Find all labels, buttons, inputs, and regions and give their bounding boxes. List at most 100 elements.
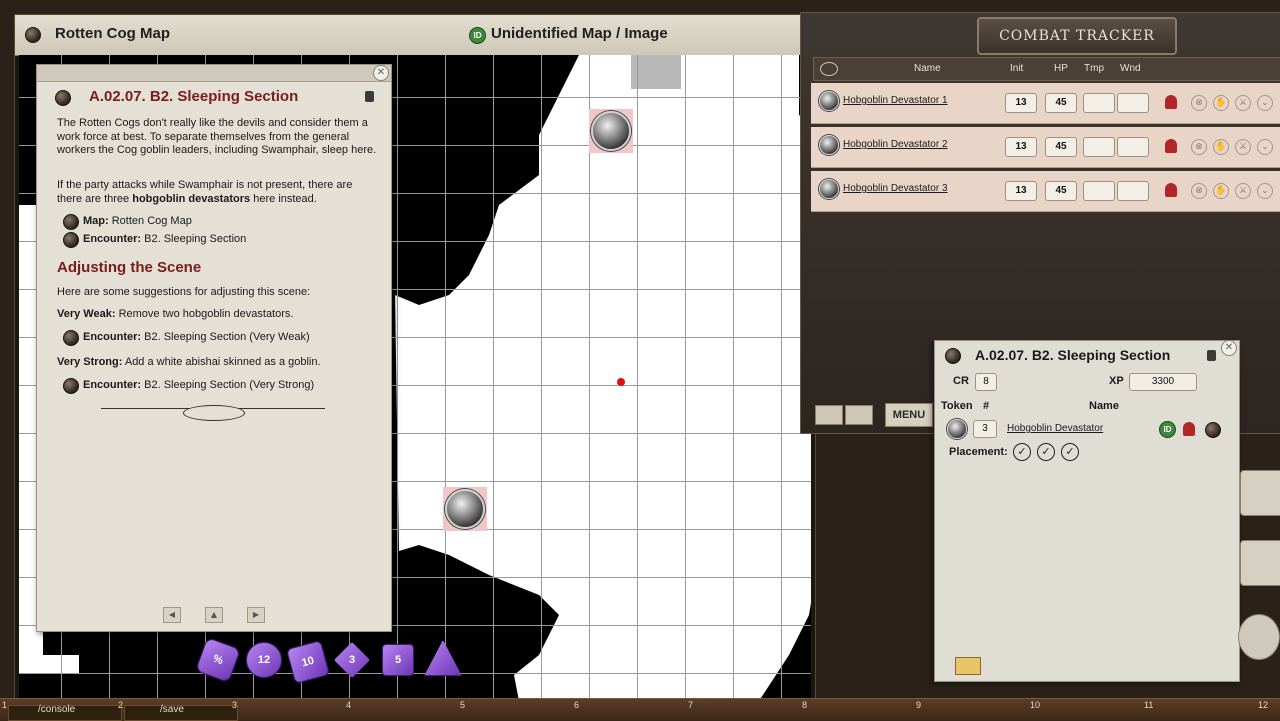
attack-icon[interactable]: ⚔: [1235, 95, 1251, 111]
token-icon[interactable]: [819, 135, 839, 155]
map-link[interactable]: Map: Rotten Cog Map: [83, 215, 192, 229]
column-hp: HP: [1054, 63, 1068, 74]
faction-helm-icon[interactable]: [1165, 95, 1177, 109]
combatant-row[interactable]: Hobgoblin Devastator 1 13 45 ⊗ ✋ ⚔ ⌄: [811, 83, 1280, 124]
menu-chevron-icon[interactable]: ⌄: [1257, 95, 1273, 111]
hp-field[interactable]: 45: [1045, 137, 1077, 157]
encounter-link[interactable]: Encounter: B2. Sleeping Section: [83, 233, 246, 247]
faction-helm-icon[interactable]: [1165, 139, 1177, 153]
hobgoblin-token[interactable]: [445, 489, 485, 529]
identified-icon[interactable]: ID: [1159, 421, 1176, 438]
init-field[interactable]: 13: [1005, 137, 1037, 157]
d12-die-icon[interactable]: 12: [246, 642, 282, 678]
column-name: Name: [914, 63, 941, 74]
tmp-field[interactable]: [1083, 93, 1115, 113]
count-field[interactable]: 3: [973, 420, 997, 438]
encounter-link-icon[interactable]: [945, 348, 961, 364]
encounter-link-very-strong[interactable]: Encounter: B2. Sleeping Section (Very St…: [83, 379, 314, 393]
hobgoblin-token[interactable]: [591, 111, 631, 151]
up-button[interactable]: ▲: [205, 607, 223, 623]
section-heading: Adjusting the Scene: [57, 259, 202, 276]
column-init: Init: [1010, 63, 1024, 74]
hp-field[interactable]: 45: [1045, 181, 1077, 201]
faction-helm-icon[interactable]: [1183, 422, 1195, 436]
menu-chevron-icon[interactable]: ⌄: [1257, 183, 1273, 199]
token-icon[interactable]: [819, 179, 839, 199]
close-icon[interactable]: ✕: [1221, 340, 1237, 356]
dropdown-chevron-icon[interactable]: [845, 405, 873, 425]
hotbar: /console /save 1 2 3 4 5 6 7 8 9 10 11 1…: [0, 698, 1280, 721]
tmp-field[interactable]: [1083, 137, 1115, 157]
encounter-link-very-weak[interactable]: Encounter: B2. Sleeping Section (Very We…: [83, 331, 310, 345]
lock-icon[interactable]: [1207, 350, 1216, 361]
init-field[interactable]: 13: [1005, 181, 1037, 201]
link-value: B2. Sleeping Section (Very Weak): [144, 331, 310, 343]
combat-tracker-header: Name Init HP Tmp Wnd: [813, 57, 1280, 81]
placement-check-icon[interactable]: ✓: [1061, 443, 1079, 461]
story-link-icon[interactable]: [55, 90, 71, 106]
hotbar-number: 5: [460, 700, 466, 710]
hp-field[interactable]: 45: [1045, 93, 1077, 113]
effects-icon[interactable]: ✋: [1213, 95, 1229, 111]
attack-icon[interactable]: ⚔: [1235, 183, 1251, 199]
bold-span: Very Strong:: [57, 356, 123, 368]
next-turn-icon[interactable]: [815, 405, 843, 425]
npc-link-icon[interactable]: [1205, 422, 1221, 438]
targeting-icon[interactable]: ⊗: [1191, 95, 1207, 111]
mail-icon[interactable]: [955, 657, 981, 675]
next-page-button[interactable]: ▶: [247, 607, 265, 623]
placement-check-icon[interactable]: ✓: [1037, 443, 1055, 461]
encounter-link-icon[interactable]: [63, 378, 79, 394]
token-icon[interactable]: [947, 419, 967, 439]
placement-check-icon[interactable]: ✓: [1013, 443, 1031, 461]
targeting-icon[interactable]: ⊗: [1191, 183, 1207, 199]
sidebar-tab[interactable]: [1238, 614, 1280, 660]
combatant-name[interactable]: Hobgoblin Devastator 3: [843, 183, 948, 194]
combatant-name[interactable]: Hobgoblin Devastator 2: [843, 139, 948, 150]
map-link-icon[interactable]: [25, 27, 41, 43]
combatant-name[interactable]: Hobgoblin Devastator 1: [843, 95, 948, 106]
encounter-link-icon[interactable]: [63, 232, 79, 248]
combatant-row[interactable]: Hobgoblin Devastator 2 13 45 ⊗ ✋ ⚔ ⌄: [811, 127, 1280, 168]
tmp-field[interactable]: [1083, 181, 1115, 201]
map-subtitle: Unidentified Map / Image: [491, 25, 668, 42]
identified-icon[interactable]: ID: [469, 27, 486, 44]
wnd-field[interactable]: [1117, 181, 1149, 201]
map-title: Rotten Cog Map: [55, 25, 170, 42]
hotbar-slot-label: /save: [160, 704, 184, 715]
init-field[interactable]: 13: [1005, 93, 1037, 113]
sidebar-tab[interactable]: [1240, 470, 1280, 516]
story-panel: ✕ A.02.07. B2. Sleeping Section The Rott…: [36, 64, 392, 632]
npc-name-link[interactable]: Hobgoblin Devastator: [1007, 423, 1103, 434]
targeting-icon[interactable]: ⊗: [1191, 139, 1207, 155]
hotbar-number: 10: [1030, 700, 1041, 710]
hotbar-number: 11: [1144, 700, 1154, 710]
cr-field[interactable]: 8: [975, 373, 997, 391]
visibility-icon[interactable]: [820, 62, 838, 76]
story-titlebar[interactable]: ✕: [37, 65, 391, 82]
faction-helm-icon[interactable]: [1165, 183, 1177, 197]
hotbar-slot-label: /console: [38, 704, 76, 715]
wnd-field[interactable]: [1117, 93, 1149, 113]
effects-icon[interactable]: ✋: [1213, 183, 1229, 199]
attack-icon[interactable]: ⚔: [1235, 139, 1251, 155]
menu-chevron-icon[interactable]: ⌄: [1257, 139, 1273, 155]
d6-die-icon[interactable]: 5: [382, 644, 414, 676]
lock-icon[interactable]: [365, 91, 374, 102]
sidebar-tab[interactable]: [1240, 540, 1280, 586]
xp-field[interactable]: 3300: [1129, 373, 1197, 391]
menu-button[interactable]: MENU: [885, 403, 933, 427]
hotbar-number: 6: [574, 700, 580, 710]
close-icon[interactable]: ✕: [373, 65, 389, 81]
text-span: here instead.: [250, 192, 317, 205]
wnd-field[interactable]: [1117, 137, 1149, 157]
encounter-link-icon[interactable]: [63, 330, 79, 346]
map-header[interactable]: Rotten Cog Map ID Unidentified Map / Ima…: [15, 15, 815, 56]
map-link-icon[interactable]: [63, 214, 79, 230]
map-pin-icon[interactable]: [617, 378, 625, 386]
effects-icon[interactable]: ✋: [1213, 139, 1229, 155]
previous-page-button[interactable]: ◀: [163, 607, 181, 623]
token-icon[interactable]: [819, 91, 839, 111]
combatant-row[interactable]: Hobgoblin Devastator 3 13 45 ⊗ ✋ ⚔ ⌄: [811, 171, 1280, 212]
hotbar-number: 1: [2, 700, 8, 710]
